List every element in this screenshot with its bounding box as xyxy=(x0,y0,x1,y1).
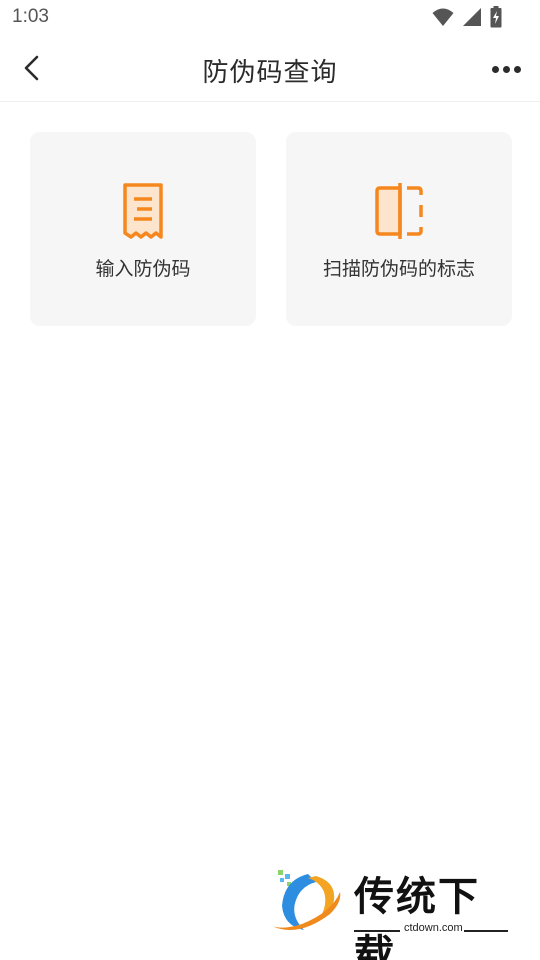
page-title: 防伪码查询 xyxy=(202,58,338,88)
status-bar: 1:03 xyxy=(0,0,540,36)
status-time: 1:03 xyxy=(12,6,49,27)
watermark-divider xyxy=(464,930,508,932)
watermark-divider xyxy=(354,930,400,932)
battery-charging-icon xyxy=(490,6,502,28)
watermark-title: 传统下载 xyxy=(354,874,480,960)
enter-code-card[interactable]: 输入防伪码 xyxy=(30,132,256,326)
scan-frame-icon xyxy=(375,183,423,239)
wifi-icon xyxy=(432,8,454,26)
more-dot xyxy=(491,65,499,73)
more-dot xyxy=(513,65,521,73)
more-dot xyxy=(502,65,510,73)
scan-code-card[interactable]: 扫描防伪码的标志 xyxy=(286,132,512,326)
options-grid: 输入防伪码 扫描防伪码的标志 xyxy=(30,132,512,326)
watermark-logo-icon xyxy=(272,870,341,930)
receipt-icon xyxy=(123,183,163,239)
watermark: 传统下载 ctdown.com xyxy=(268,862,518,960)
cell-signal-icon xyxy=(463,8,481,26)
watermark-url: ctdown.com xyxy=(404,922,463,934)
more-options-button[interactable] xyxy=(488,56,524,82)
enter-code-label: 输入防伪码 xyxy=(95,258,191,280)
app-bar: 防伪码查询 xyxy=(0,36,540,102)
scan-code-label: 扫描防伪码的标志 xyxy=(322,258,475,280)
status-icons xyxy=(432,6,502,28)
